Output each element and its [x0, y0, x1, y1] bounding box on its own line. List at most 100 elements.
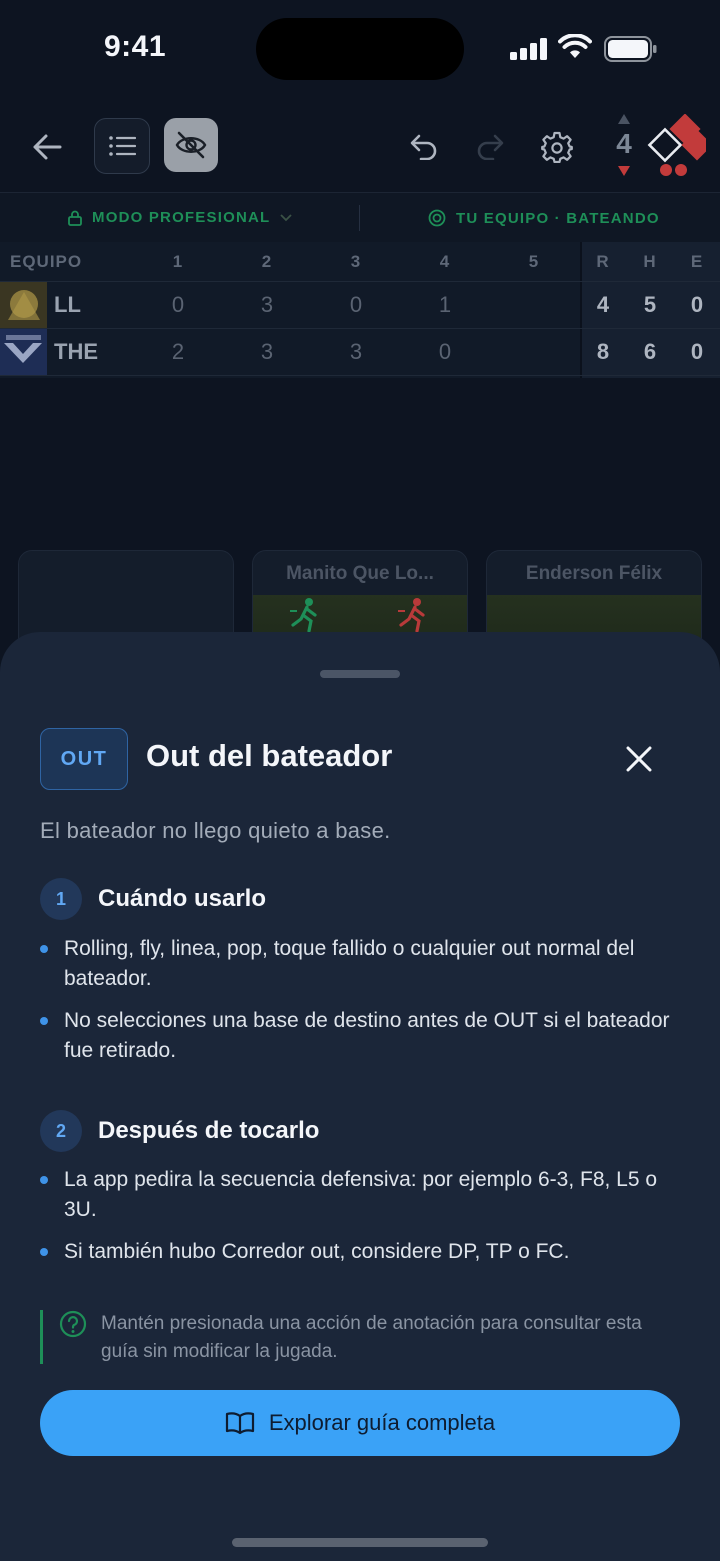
- back-button[interactable]: [22, 122, 72, 172]
- toolbar: 4: [0, 110, 720, 182]
- inning-bottom-arrow-icon: [618, 166, 630, 176]
- header-inning-3: 3: [350, 251, 362, 271]
- header-errors: E: [690, 251, 704, 271]
- errors-total: 0: [690, 292, 704, 317]
- status-bar: 9:41: [0, 0, 720, 100]
- redo-button[interactable]: [466, 122, 514, 170]
- table-row: THE 2 3 3 0 8 6 0: [0, 329, 720, 376]
- inning-score: 3: [260, 292, 274, 317]
- inning-indicator[interactable]: 4: [608, 110, 640, 182]
- section-header: 2 Después de tocarlo: [40, 1110, 319, 1152]
- settings-button[interactable]: [532, 122, 582, 172]
- runner-red-icon: [398, 598, 425, 633]
- eye-off-icon: [175, 131, 207, 159]
- inning-number: 4: [616, 128, 632, 159]
- inning-score: 3: [349, 339, 363, 364]
- inning-score: 2: [171, 339, 185, 364]
- section-number: 1: [40, 878, 82, 920]
- inning-score: 3: [260, 339, 274, 364]
- table-row: LL 0 3 0 1 4 5 0: [0, 282, 720, 329]
- bullet-text: Si también hubo Corredor out, considere …: [64, 1240, 570, 1263]
- out-badge: OUT: [40, 728, 128, 790]
- team-logo: [0, 282, 47, 328]
- header-inning-1: 1: [172, 251, 184, 271]
- section-header: 1 Cuándo usarlo: [40, 878, 266, 920]
- wifi-icon: [558, 34, 592, 58]
- list-item: La app pedira la secuencia defensiva: po…: [40, 1165, 680, 1225]
- header-inning-2: 2: [261, 251, 273, 271]
- hide-button[interactable]: [164, 118, 218, 172]
- home-indicator[interactable]: [232, 1538, 488, 1547]
- inning-score: 0: [438, 339, 452, 364]
- bullet-text: Rolling, fly, linea, pop, toque fallido …: [64, 937, 635, 990]
- close-button[interactable]: [612, 732, 666, 786]
- inning-top-arrow-icon: [618, 114, 630, 124]
- list-icon: [109, 136, 136, 156]
- runner-green-icon: [290, 598, 317, 633]
- header-inning-5: 5: [528, 251, 540, 271]
- bullet-dot-icon: [40, 945, 48, 953]
- list-item: No selecciones una base de destino antes…: [40, 1006, 680, 1066]
- bullet-dot-icon: [40, 1248, 48, 1256]
- list-item: Si también hubo Corredor out, considere …: [40, 1237, 680, 1267]
- explore-guide-button[interactable]: Explorar guía completa: [40, 1390, 680, 1456]
- bullet-dot-icon: [40, 1017, 48, 1025]
- guide-sheet: OUT Out del bateador El bateador no lleg…: [0, 632, 720, 1561]
- mode-label: MODO PROFESIONAL: [92, 209, 271, 226]
- team-status: TU EQUIPO · BATEANDO: [428, 209, 660, 227]
- bullet-dot-icon: [40, 1176, 48, 1184]
- battery-icon: [604, 36, 657, 62]
- status-time: 9:41: [104, 30, 167, 63]
- tip-text: Mantén presionada una acción de anotació…: [101, 1313, 642, 1362]
- book-icon: [225, 1412, 254, 1435]
- scoreboard: EQUIPO 1 2 3 4 5 R H E LL 0 3 0 1 4 5 0 …: [0, 242, 720, 378]
- header-hits: H: [643, 251, 657, 271]
- undo-button[interactable]: [400, 122, 448, 170]
- player-name: Manito Que Lo...: [286, 563, 434, 584]
- gear-icon: [541, 131, 573, 163]
- hits-total: 5: [643, 292, 657, 317]
- sheet-grabber[interactable]: [320, 670, 400, 678]
- close-icon: [626, 746, 652, 772]
- dynamic-island: [256, 18, 464, 80]
- redo-icon: [477, 134, 504, 160]
- bases-diamond-icon: [647, 114, 706, 176]
- inning-score: 1: [438, 292, 452, 317]
- team-name: LL: [54, 292, 81, 317]
- mode-divider: [359, 205, 360, 231]
- sheet-title: Out del bateador: [146, 738, 393, 773]
- player-name: Enderson Félix: [525, 563, 663, 584]
- list-item: Rolling, fly, linea, pop, toque fallido …: [40, 934, 680, 994]
- team-name: THE: [54, 339, 98, 364]
- inning-score: 0: [349, 292, 363, 317]
- signal-icon: [510, 38, 547, 60]
- arrow-left-icon: [33, 134, 62, 160]
- header-inning-4: 4: [439, 251, 451, 271]
- header-runs: R: [596, 251, 610, 271]
- team-status-label: TU EQUIPO · BATEANDO: [456, 209, 660, 227]
- section-title: Cuándo usarlo: [98, 885, 267, 912]
- hits-total: 6: [643, 339, 657, 364]
- target-icon: [428, 209, 446, 227]
- explore-guide-label: Explorar guía completa: [268, 1410, 496, 1435]
- sheet-subtitle: El bateador no llego quieto a base.: [40, 818, 391, 843]
- help-circle-icon: [59, 1310, 87, 1338]
- chevron-down-icon: [280, 213, 293, 221]
- runs-total: 8: [596, 339, 610, 364]
- lock-icon: [68, 210, 82, 226]
- header-team: EQUIPO: [10, 251, 83, 271]
- inning-score: 0: [171, 292, 185, 317]
- bullet-text: No selecciones una base de destino antes…: [64, 1009, 670, 1062]
- runs-total: 4: [596, 292, 610, 317]
- team-logo: [0, 329, 47, 375]
- section-title: Después de tocarlo: [98, 1117, 320, 1144]
- list-button[interactable]: [94, 118, 150, 174]
- errors-total: 0: [690, 339, 704, 364]
- undo-icon: [410, 134, 437, 160]
- tip-callout: Mantén presionada una acción de anotació…: [40, 1310, 680, 1364]
- section-number: 2: [40, 1110, 82, 1152]
- mode-strip: MODO PROFESIONAL TU EQUIPO · BATEANDO: [0, 192, 720, 242]
- mode-selector[interactable]: MODO PROFESIONAL: [68, 209, 293, 226]
- bullet-text: La app pedira la secuencia defensiva: po…: [64, 1168, 658, 1221]
- scoreboard-header: EQUIPO 1 2 3 4 5 R H E: [0, 242, 720, 282]
